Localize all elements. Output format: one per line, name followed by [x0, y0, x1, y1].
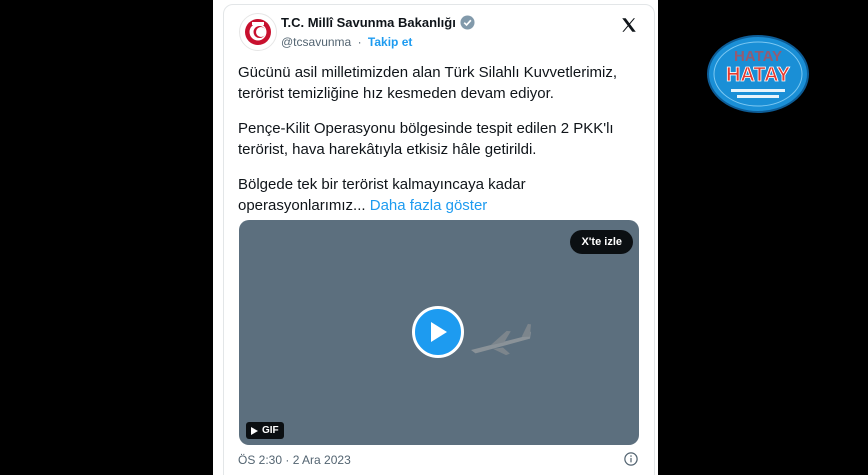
play-button[interactable]: [412, 306, 464, 358]
tweet-card: T.C. Millî Savunma Bakanlığı @tcsavunma …: [213, 0, 658, 475]
handle-row: @tcsavunma · Takip et: [281, 35, 412, 49]
svg-text:HATAY: HATAY: [734, 48, 782, 65]
account-name[interactable]: T.C. Millî Savunma Bakanlığı: [281, 15, 456, 30]
tweet-paragraph-2: Pençe-Kilit Operasyonu bölgesinde tespit…: [238, 120, 614, 158]
x-logo-icon[interactable]: [620, 16, 638, 34]
account-handle[interactable]: @tcsavunma: [281, 35, 351, 49]
play-icon: [431, 322, 447, 342]
gif-label: GIF: [262, 425, 279, 436]
play-small-icon: [251, 426, 258, 435]
watch-on-x-button[interactable]: X'te izle: [570, 230, 633, 254]
svg-text:HATAY: HATAY: [726, 64, 791, 86]
verified-badge-icon: [460, 15, 475, 30]
follow-button[interactable]: Takip et: [368, 35, 412, 49]
account-name-row[interactable]: T.C. Millî Savunma Bakanlığı: [281, 15, 475, 30]
gif-badge[interactable]: GIF: [246, 422, 284, 439]
video-player[interactable]: X'te izle GIF: [239, 220, 639, 445]
tweet-paragraph-3: Bölgede tek bir terörist kalmayıncaya ka…: [238, 174, 633, 216]
avatar[interactable]: [239, 13, 277, 51]
tweet-text: Gücünü asil milletimizden alan Türk Sila…: [238, 62, 633, 230]
ministry-emblem-icon: [245, 19, 271, 45]
info-icon[interactable]: [624, 452, 638, 466]
hatay-logo: HATAY HATAY: [707, 35, 809, 113]
show-more-link[interactable]: Daha fazla göster: [370, 197, 488, 214]
tweet-timestamp[interactable]: ÖS 2:30 · 2 Ara 2023: [238, 453, 351, 467]
tweet-paragraph-1: Gücünü asil milletimizden alan Türk Sila…: [238, 64, 618, 102]
separator: ·: [357, 35, 362, 49]
